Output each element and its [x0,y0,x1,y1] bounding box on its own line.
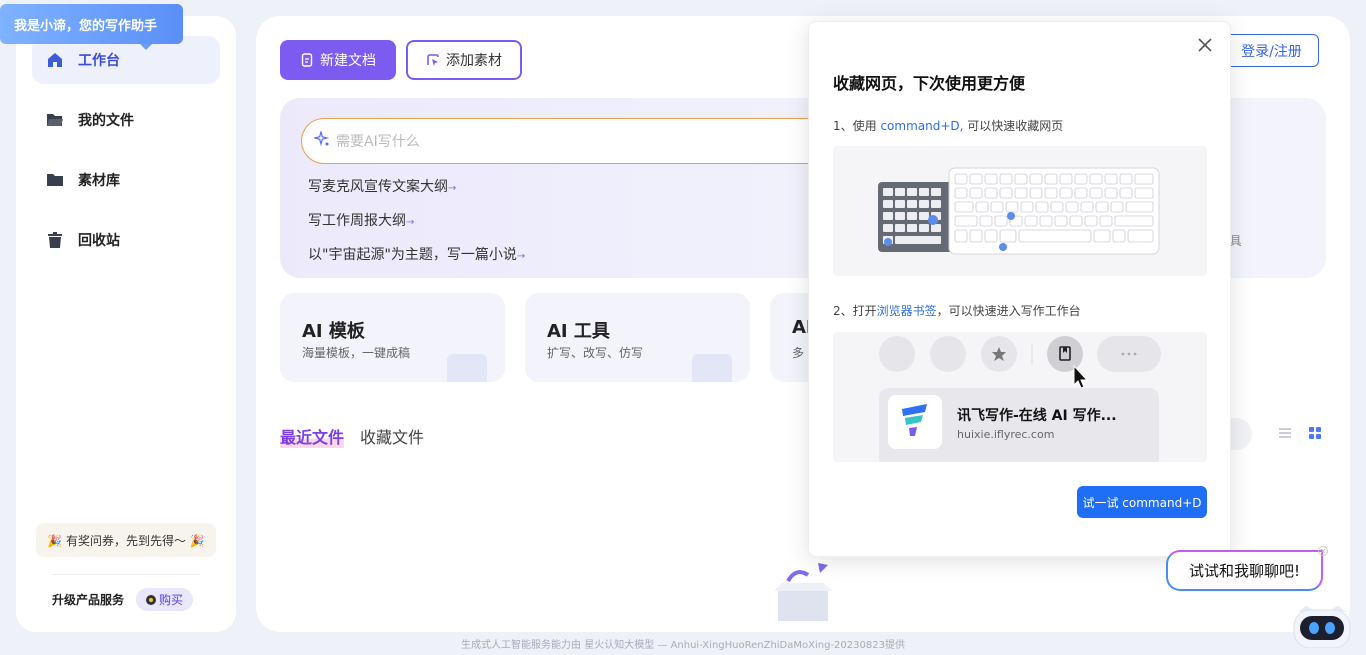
tab-recent-files[interactable]: 最近文件 [280,424,345,448]
sidebar-item-label: 回收站 [78,233,120,249]
step-text: 可以快速收藏网页 [963,119,1064,133]
folder-open-icon [46,111,64,129]
empty-box-illustration-icon [774,561,832,623]
step-2-text: 2、打开浏览器书签，可以快速进入写作工作台 [833,302,1081,319]
close-icon[interactable] [1196,36,1214,54]
ai-template-card[interactable]: AI 模板 海量模板，一键成稿 [280,293,505,382]
sidebar-item-my-files[interactable]: 我的文件 [32,96,220,144]
list-view-icon[interactable] [1278,426,1292,440]
suggestion-item[interactable]: 写麦克风宣传文案大纲→ [308,176,456,196]
bookmark-title: 讯飞写作-在线 AI 写作... [957,408,1117,424]
tab-favorite-files[interactable]: 收藏文件 [360,424,424,448]
keyboard-illustration [833,146,1207,276]
suggestion-text: 写麦克风宣传文案大纲 [308,179,448,195]
step-text: 1、使用 [833,119,881,133]
folder-icon [46,171,64,189]
chat-prompt-bubble[interactable]: 试试和我聊聊吧! [1166,550,1323,591]
survey-promo[interactable]: 🎉 有奖问券，先到先得～ 🎉 [36,523,216,557]
card-title: AI 工具 [547,321,610,342]
card-subtitle: 海量模板，一键成稿 [302,346,411,360]
card-subtitle: 扩写、改写、仿写 [547,346,644,360]
divider [52,574,200,575]
browser-bookmark-illustration [833,332,1207,462]
sidebar-item-label: 工作台 [78,53,120,69]
new-document-button[interactable]: 新建文档 [280,40,396,80]
upgrade-section: 升级产品服务 购买 [52,588,194,611]
buy-label: 购买 [159,593,184,607]
ai-tools-card[interactable]: AI 工具 扩写、改写、仿写 [525,293,750,382]
sparkle-icon [312,129,330,151]
arrow-right-icon: → [406,217,415,228]
arrow-right-icon: → [448,183,457,194]
sidebar-item-trash[interactable]: 回收站 [32,216,220,264]
suggestion-text: 以"宇宙起源"为主题，写一篇小说 [308,247,517,263]
modal-title: 收藏网页，下次使用更方便 [833,74,1026,93]
shortcut-highlight: command+D, [880,119,964,133]
try-command-d-button[interactable]: 试一试 command+D [1077,486,1207,518]
footer-disclaimer: 生成式人工智能服务能力由 星火认知大模型 — Anhui-XingHuoRenZ… [461,640,905,651]
upgrade-label: 升级产品服务 [52,593,125,607]
home-icon [46,51,64,69]
add-material-label: 添加素材 [446,53,502,69]
template-illustration-icon [447,354,487,382]
step-1-text: 1、使用 command+D, 可以快速收藏网页 [833,117,1063,134]
add-material-button[interactable]: 添加素材 [406,40,522,80]
new-document-label: 新建文档 [320,53,376,69]
ai-prompt-placeholder: 需要AI写什么 [336,134,420,150]
step-text: ，可以快速进入写作工作台 [936,304,1081,318]
suggestion-text: 写工作周报大纲 [308,213,406,229]
add-material-icon [426,53,440,67]
assistant-greeting-bubble[interactable]: 我是小谛，您的写作助手 [0,4,183,50]
bookmark-highlight: 浏览器书签 [876,304,937,318]
trash-icon [46,231,64,249]
sidebar-item-label: 素材库 [78,173,120,189]
sidebar-item-materials[interactable]: 素材库 [32,156,220,204]
arrow-right-icon: → [516,251,526,262]
step-text: 2、打开 [833,304,877,318]
suggestion-item[interactable]: 以"宇宙起源"为主题，写一篇小说→ [308,244,525,264]
login-register-button[interactable]: 登录/注册 [1224,34,1319,67]
robot-assistant-icon[interactable] [1292,602,1352,649]
sidebar-item-label: 我的文件 [78,113,134,129]
card-title: AI 模板 [302,321,365,342]
coin-icon [146,594,157,605]
grid-view-icon[interactable] [1308,426,1322,440]
bookmark-url: huixie.iflyrec.com [957,428,1055,441]
sidebar-nav: 工作台 我的文件 素材库 回收站 [32,36,220,276]
document-icon [300,53,314,67]
chat-close-icon[interactable] [1318,546,1328,556]
sidebar: 工作台 我的文件 素材库 回收站 🎉 有奖问券，先到先得～ 🎉 升级产品服务 购… [16,16,236,632]
suggestion-item[interactable]: 写工作周报大纲→ [308,210,414,230]
buy-button[interactable]: 购买 [136,588,194,611]
card-subtitle: 多 [792,346,805,360]
tools-illustration-icon [692,354,732,382]
file-tabs: 最近文件 收藏文件 [280,424,440,448]
bookmark-tip-modal: 收藏网页，下次使用更方便 1、使用 command+D, 可以快速收藏网页 2、… [808,21,1231,557]
